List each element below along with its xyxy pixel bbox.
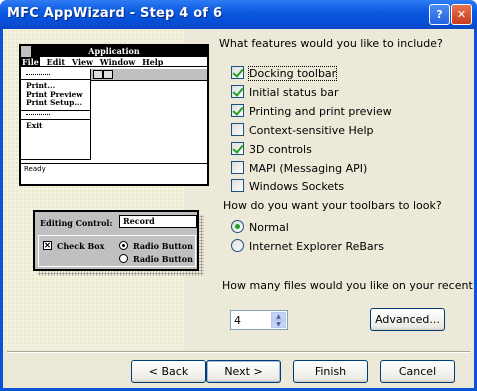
checkbox-docking-toolbar[interactable] — [231, 66, 244, 79]
radio-button-label-2: Radio Button — [133, 254, 193, 264]
radio-rebars[interactable] — [231, 239, 244, 252]
radio-normal[interactable] — [231, 220, 244, 233]
placeholder-line — [26, 113, 50, 115]
illustration-body: Print... Print Preview Print Setup... Ex… — [21, 69, 207, 174]
menu-separator — [21, 79, 91, 80]
illustration-edit-box: Record — [119, 215, 197, 228]
finish-button[interactable]: Finish — [293, 360, 368, 383]
illustration-menu-help: Help — [142, 57, 164, 67]
label-mapi[interactable]: MAPI (Messaging API) — [249, 162, 367, 175]
illustration-checkbox: ✕ — [43, 240, 52, 250]
advanced-button[interactable]: Advanced... — [370, 308, 445, 331]
close-icon: ✕ — [456, 8, 467, 21]
close-button[interactable]: ✕ — [451, 4, 472, 25]
features-question: What features would you like to include? — [219, 37, 443, 50]
cancel-button[interactable]: Cancel — [380, 360, 455, 383]
illustration-menu-file: File — [21, 57, 40, 67]
next-button[interactable]: Next > — [206, 360, 281, 383]
recent-files-spinner[interactable]: 4 ▲ ▼ — [230, 310, 288, 330]
illustration-menu-edit: Edit — [46, 57, 66, 67]
dialog-client: Application File Edit View Window Help P… — [3, 29, 477, 388]
spin-up-icon[interactable]: ▲ — [271, 312, 286, 320]
dropdown-item-exit: Exit — [26, 120, 43, 130]
system-menu-icon — [21, 46, 32, 57]
illustration-radio-2 — [119, 254, 128, 263]
checkbox-windows-sockets[interactable] — [231, 179, 244, 192]
app-illustration: Application File Edit View Window Help P… — [19, 44, 209, 186]
checkbox-context-help[interactable] — [231, 123, 244, 136]
menu-separator — [21, 109, 91, 111]
label-rebars[interactable]: Internet Explorer ReBars — [249, 240, 384, 253]
label-initial-status-bar[interactable]: Initial status bar — [249, 86, 338, 99]
window-title: MFC AppWizard - Step 4 of 6 — [7, 6, 223, 21]
checkbox-printing[interactable] — [231, 104, 244, 117]
illustration-file-dropdown: Print... Print Preview Print Setup... Ex… — [21, 69, 91, 160]
illustration-toolbar — [91, 69, 207, 81]
label-3d-controls[interactable]: 3D controls — [249, 143, 312, 156]
editing-control-label: Editing Control: — [40, 218, 113, 228]
illustration-app-title: Application — [88, 46, 140, 56]
toolbars-question: How do you want your toolbars to look? — [223, 199, 442, 212]
illustration-status-bar: Ready — [21, 163, 207, 174]
radio-button-label-1: Radio Button — [133, 241, 193, 251]
dialog-illustration: Editing Control: Record ✕ Check Box Radi… — [33, 210, 199, 271]
toolbar-button-icon — [103, 70, 113, 79]
label-printing[interactable]: Printing and print preview — [249, 105, 392, 118]
button-separator — [7, 351, 470, 353]
help-button[interactable]: ? — [429, 4, 450, 25]
dropdown-item-print-setup: Print Setup... — [26, 98, 83, 107]
label-context-help[interactable]: Context-sensitive Help — [249, 124, 374, 137]
menu-separator — [21, 118, 91, 120]
appwizard-window: MFC AppWizard - Step 4 of 6 ? ✕ Applicat… — [0, 0, 477, 391]
back-button[interactable]: < Back — [131, 360, 206, 383]
placeholder-line — [26, 74, 50, 75]
recent-files-question: How many files would you like on your re… — [222, 279, 477, 292]
toolbar-button-icon — [93, 70, 103, 79]
wizard-pane: Application File Edit View Window Help P… — [3, 29, 477, 349]
label-normal[interactable]: Normal — [249, 221, 289, 234]
checkbox-initial-status-bar[interactable] — [231, 85, 244, 98]
illustration-title-bar: Application — [21, 46, 207, 57]
check-box-label: Check Box — [57, 241, 105, 251]
checkbox-3d-controls[interactable] — [231, 142, 244, 155]
spin-down-icon[interactable]: ▼ — [271, 320, 286, 328]
label-docking-toolbar[interactable]: Docking toolbar — [247, 66, 338, 81]
illustration-menu-view: View — [71, 57, 93, 67]
label-windows-sockets[interactable]: Windows Sockets — [249, 180, 344, 193]
recent-files-value[interactable]: 4 — [234, 314, 241, 327]
checkbox-mapi[interactable] — [231, 161, 244, 174]
illustration-menu-bar: File Edit View Window Help — [21, 57, 207, 67]
title-bar[interactable]: MFC AppWizard - Step 4 of 6 ? ✕ — [0, 0, 477, 29]
question-icon: ? — [436, 8, 443, 21]
illustration-radio-1 — [119, 241, 128, 250]
illustration-menu-window: Window — [99, 57, 136, 67]
